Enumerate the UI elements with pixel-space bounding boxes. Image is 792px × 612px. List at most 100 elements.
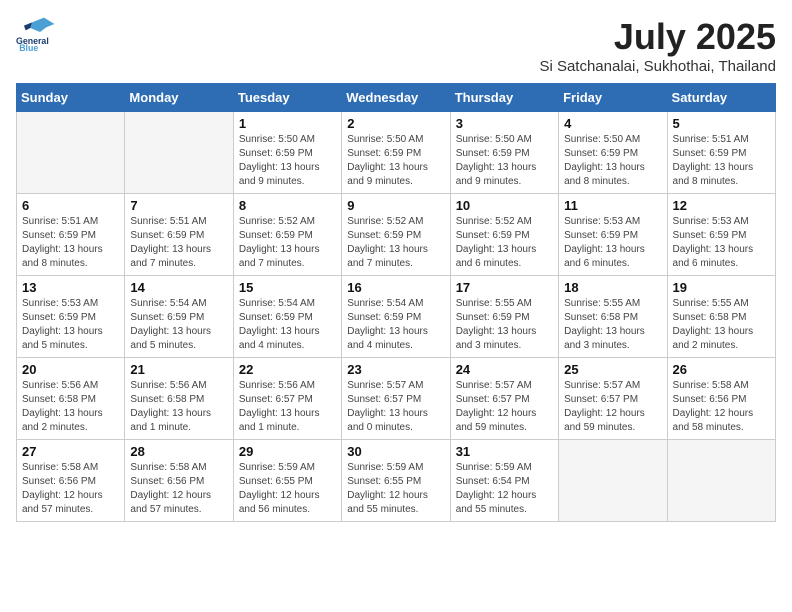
calendar-cell: 23Sunrise: 5:57 AM Sunset: 6:57 PM Dayli… [342, 358, 450, 440]
week-row-3: 13 Sunrise: 5:53 AM Sunset: 6:59 PM Dayli… [17, 276, 776, 358]
day-number: 16 [347, 280, 444, 295]
day-header-tuesday: Tuesday [233, 84, 341, 112]
days-header-row: SundayMondayTuesdayWednesdayThursdayFrid… [17, 84, 776, 112]
calendar-cell: 29 Sunrise: 5:59 AM Sunset: 6:55 PM Dayli… [233, 440, 341, 522]
calendar-cell [125, 112, 233, 194]
logo-icon: General Blue [16, 16, 56, 52]
day-info: Sunrise: 5:56 AM Sunset: 6:58 PM Dayligh… [130, 379, 227, 435]
calendar-cell: 9Sunrise: 5:52 AM Sunset: 6:59 PM Daylig… [342, 194, 450, 276]
day-number: 8 [239, 198, 336, 213]
day-number: 5 [673, 116, 770, 131]
day-number: 21 [130, 362, 227, 377]
day-info: Sunrise: 5:56 AM Sunset: 6:57 PM Dayligh… [239, 379, 336, 435]
calendar-cell: 20 Sunrise: 5:56 AM Sunset: 6:58 PM Dayli… [17, 358, 125, 440]
day-info: Sunrise: 5:59 AM Sunset: 6:55 PM Dayligh… [347, 461, 444, 517]
day-info: Sunrise: 5:52 AM Sunset: 6:59 PM Dayligh… [456, 215, 553, 271]
day-info: Sunrise: 5:53 AM Sunset: 6:59 PM Dayligh… [673, 215, 770, 271]
day-number: 9 [347, 198, 444, 213]
day-info: Sunrise: 5:53 AM Sunset: 6:59 PM Dayligh… [22, 297, 119, 353]
day-info: Sunrise: 5:59 AM Sunset: 6:55 PM Dayligh… [239, 461, 336, 517]
day-info: Sunrise: 5:53 AM Sunset: 6:59 PM Dayligh… [564, 215, 661, 271]
month-title: July 2025 [539, 16, 776, 58]
calendar-cell: 31Sunrise: 5:59 AM Sunset: 6:54 PM Dayli… [450, 440, 558, 522]
week-row-5: 27 Sunrise: 5:58 AM Sunset: 6:56 PM Dayli… [17, 440, 776, 522]
day-info: Sunrise: 5:59 AM Sunset: 6:54 PM Dayligh… [456, 461, 553, 517]
calendar-cell: 10 Sunrise: 5:52 AM Sunset: 6:59 PM Dayli… [450, 194, 558, 276]
logo: General Blue [16, 16, 56, 52]
day-number: 25 [564, 362, 661, 377]
day-info: Sunrise: 5:50 AM Sunset: 6:59 PM Dayligh… [347, 133, 444, 189]
day-number: 27 [22, 444, 119, 459]
calendar-cell: 21 Sunrise: 5:56 AM Sunset: 6:58 PM Dayli… [125, 358, 233, 440]
day-info: Sunrise: 5:55 AM Sunset: 6:59 PM Dayligh… [456, 297, 553, 353]
day-info: Sunrise: 5:58 AM Sunset: 6:56 PM Dayligh… [673, 379, 770, 435]
calendar-cell [17, 112, 125, 194]
title-block: July 2025 Si Satchanalai, Sukhothai, Tha… [539, 16, 776, 75]
day-number: 13 [22, 280, 119, 295]
day-number: 4 [564, 116, 661, 131]
day-number: 26 [673, 362, 770, 377]
calendar-cell: 3Sunrise: 5:50 AM Sunset: 6:59 PM Daylig… [450, 112, 558, 194]
day-info: Sunrise: 5:54 AM Sunset: 6:59 PM Dayligh… [347, 297, 444, 353]
day-info: Sunrise: 5:57 AM Sunset: 6:57 PM Dayligh… [456, 379, 553, 435]
day-number: 24 [456, 362, 553, 377]
day-header-saturday: Saturday [667, 84, 775, 112]
day-header-wednesday: Wednesday [342, 84, 450, 112]
calendar-cell: 24 Sunrise: 5:57 AM Sunset: 6:57 PM Dayli… [450, 358, 558, 440]
day-number: 1 [239, 116, 336, 131]
day-info: Sunrise: 5:55 AM Sunset: 6:58 PM Dayligh… [673, 297, 770, 353]
page-header: General Blue July 2025 Si Satchanalai, S… [16, 16, 776, 75]
day-number: 3 [456, 116, 553, 131]
week-row-1: 1 Sunrise: 5:50 AM Sunset: 6:59 PM Daylig… [17, 112, 776, 194]
day-info: Sunrise: 5:55 AM Sunset: 6:58 PM Dayligh… [564, 297, 661, 353]
day-info: Sunrise: 5:51 AM Sunset: 6:59 PM Dayligh… [22, 215, 119, 271]
calendar-cell: 2 Sunrise: 5:50 AM Sunset: 6:59 PM Daylig… [342, 112, 450, 194]
calendar-cell: 14Sunrise: 5:54 AM Sunset: 6:59 PM Dayli… [125, 276, 233, 358]
day-number: 20 [22, 362, 119, 377]
day-info: Sunrise: 5:56 AM Sunset: 6:58 PM Dayligh… [22, 379, 119, 435]
day-number: 15 [239, 280, 336, 295]
week-row-4: 20 Sunrise: 5:56 AM Sunset: 6:58 PM Dayli… [17, 358, 776, 440]
calendar-cell: 19 Sunrise: 5:55 AM Sunset: 6:58 PM Dayli… [667, 276, 775, 358]
day-info: Sunrise: 5:52 AM Sunset: 6:59 PM Dayligh… [239, 215, 336, 271]
calendar-table: SundayMondayTuesdayWednesdayThursdayFrid… [16, 83, 776, 522]
calendar-cell: 7 Sunrise: 5:51 AM Sunset: 6:59 PM Daylig… [125, 194, 233, 276]
day-number: 22 [239, 362, 336, 377]
svg-text:Blue: Blue [19, 43, 38, 52]
day-number: 18 [564, 280, 661, 295]
calendar-cell: 6 Sunrise: 5:51 AM Sunset: 6:59 PM Daylig… [17, 194, 125, 276]
calendar-cell: 30 Sunrise: 5:59 AM Sunset: 6:55 PM Dayli… [342, 440, 450, 522]
day-info: Sunrise: 5:51 AM Sunset: 6:59 PM Dayligh… [130, 215, 227, 271]
location-subtitle: Si Satchanalai, Sukhothai, Thailand [539, 58, 776, 75]
day-header-friday: Friday [559, 84, 667, 112]
calendar-cell: 18 Sunrise: 5:55 AM Sunset: 6:58 PM Dayli… [559, 276, 667, 358]
calendar-cell: 25Sunrise: 5:57 AM Sunset: 6:57 PM Dayli… [559, 358, 667, 440]
day-info: Sunrise: 5:58 AM Sunset: 6:56 PM Dayligh… [22, 461, 119, 517]
day-number: 14 [130, 280, 227, 295]
calendar-cell: 28Sunrise: 5:58 AM Sunset: 6:56 PM Dayli… [125, 440, 233, 522]
day-info: Sunrise: 5:50 AM Sunset: 6:59 PM Dayligh… [564, 133, 661, 189]
day-header-sunday: Sunday [17, 84, 125, 112]
day-number: 28 [130, 444, 227, 459]
calendar-cell: 11 Sunrise: 5:53 AM Sunset: 6:59 PM Dayli… [559, 194, 667, 276]
day-number: 30 [347, 444, 444, 459]
calendar-cell [559, 440, 667, 522]
day-number: 29 [239, 444, 336, 459]
calendar-cell: 13 Sunrise: 5:53 AM Sunset: 6:59 PM Dayli… [17, 276, 125, 358]
week-row-2: 6 Sunrise: 5:51 AM Sunset: 6:59 PM Daylig… [17, 194, 776, 276]
day-number: 19 [673, 280, 770, 295]
calendar-cell: 4 Sunrise: 5:50 AM Sunset: 6:59 PM Daylig… [559, 112, 667, 194]
day-info: Sunrise: 5:51 AM Sunset: 6:59 PM Dayligh… [673, 133, 770, 189]
calendar-cell: 16 Sunrise: 5:54 AM Sunset: 6:59 PM Dayli… [342, 276, 450, 358]
day-number: 6 [22, 198, 119, 213]
day-number: 17 [456, 280, 553, 295]
day-number: 10 [456, 198, 553, 213]
day-number: 7 [130, 198, 227, 213]
calendar-cell: 1 Sunrise: 5:50 AM Sunset: 6:59 PM Daylig… [233, 112, 341, 194]
day-info: Sunrise: 5:57 AM Sunset: 6:57 PM Dayligh… [347, 379, 444, 435]
day-number: 11 [564, 198, 661, 213]
day-number: 2 [347, 116, 444, 131]
day-header-thursday: Thursday [450, 84, 558, 112]
calendar-cell: 5 Sunrise: 5:51 AM Sunset: 6:59 PM Daylig… [667, 112, 775, 194]
day-info: Sunrise: 5:50 AM Sunset: 6:59 PM Dayligh… [239, 133, 336, 189]
